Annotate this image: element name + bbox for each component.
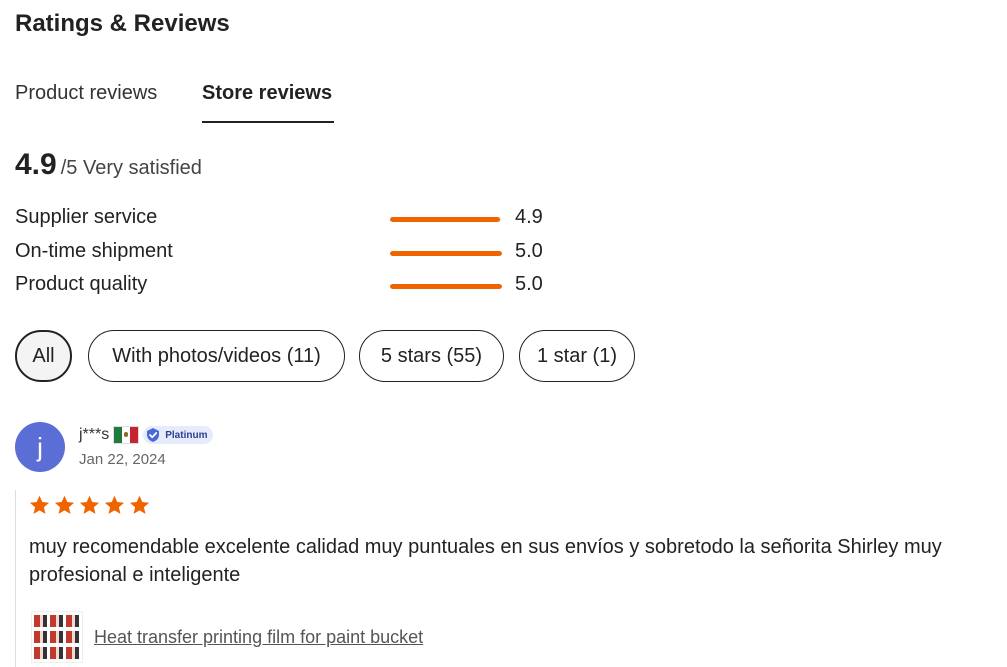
star-icon: [129, 495, 150, 514]
metric-row-product-quality: Product quality 5.0: [15, 273, 575, 299]
metric-bar: [390, 284, 502, 289]
badge-label: Platinum: [165, 429, 208, 441]
platinum-badge: Platinum: [143, 426, 214, 444]
reviewer-name: j***s: [79, 426, 110, 443]
metric-value: 4.9: [515, 206, 543, 228]
metric-label: Product quality: [15, 273, 148, 295]
tab-product-reviews[interactable]: Product reviews: [15, 82, 157, 105]
star-icon: [29, 495, 50, 514]
filter-chip-1-star[interactable]: 1 star (1): [519, 330, 635, 382]
rating-summary: 4.9/5 Very satisfied: [15, 148, 202, 182]
mexico-flag-icon: [113, 426, 140, 444]
review-text: muy recomendable excelente calidad muy p…: [29, 536, 942, 586]
metric-label: Supplier service: [15, 206, 158, 228]
review-body: muy recomendable excelente calidad muy p…: [15, 490, 1007, 667]
tab-store-reviews[interactable]: Store reviews: [202, 82, 332, 105]
star-icon: [79, 495, 100, 514]
metric-bar: [390, 217, 502, 222]
page-title: Ratings & Reviews: [15, 10, 230, 37]
metric-bar-fill: [390, 217, 500, 222]
overall-score: 4.9: [15, 148, 57, 181]
metric-row-on-time-shipment: On-time shipment 5.0: [15, 240, 575, 266]
product-thumbnail[interactable]: [31, 611, 83, 663]
thumbnail-strip: [34, 647, 80, 659]
verified-shield-icon: [147, 428, 160, 442]
metric-row-supplier-service: Supplier service 4.9: [15, 206, 575, 232]
metric-value: 5.0: [515, 240, 543, 262]
score-caption: /5 Very satisfied: [60, 157, 202, 179]
star-icon: [104, 495, 125, 514]
star-rating: [28, 494, 151, 517]
product-link[interactable]: Heat transfer printing film for paint bu…: [94, 627, 423, 648]
active-tab-indicator: [202, 121, 334, 123]
filter-chip-5-stars[interactable]: 5 stars (55): [359, 330, 504, 382]
metric-bar: [390, 251, 502, 256]
star-icon: [54, 495, 75, 514]
filter-chip-all[interactable]: All: [15, 330, 72, 382]
thumbnail-strip: [34, 631, 80, 643]
metric-value: 5.0: [515, 273, 543, 295]
metric-bar-fill: [390, 251, 502, 256]
thumbnail-strip: [34, 615, 80, 627]
reviewer-info: j***s Platinum: [79, 425, 214, 445]
metric-label: On-time shipment: [15, 240, 173, 262]
metric-bar-fill: [390, 284, 502, 289]
avatar: j: [15, 422, 65, 472]
filter-chip-with-photos[interactable]: With photos/videos (11): [88, 330, 345, 382]
review-date: Jan 22, 2024: [79, 451, 166, 468]
